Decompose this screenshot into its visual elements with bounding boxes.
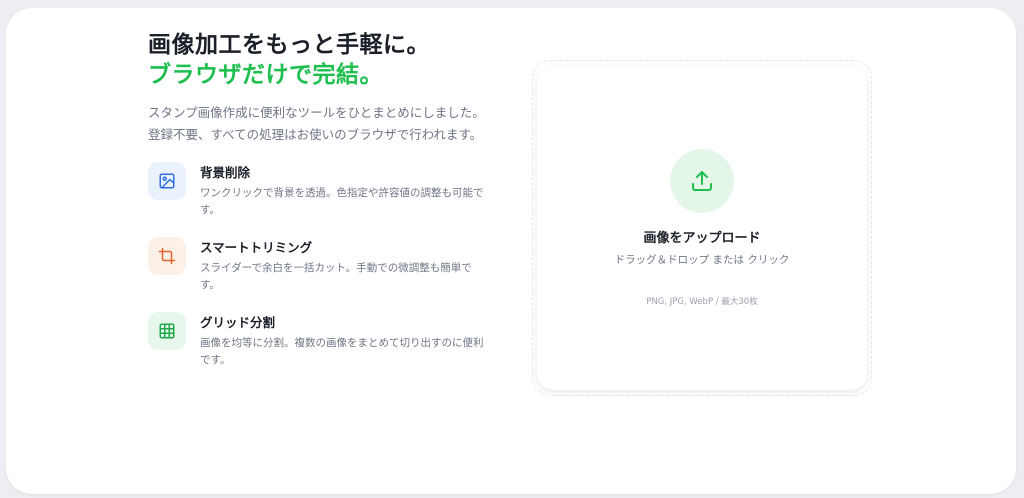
feature-description: スライダーで余白を一括カット。手動での微調整も簡単です。 bbox=[200, 262, 472, 291]
feature-title: グリッド分割 bbox=[200, 315, 276, 330]
hero-title-line2: ブラウザだけで完結。 bbox=[148, 62, 383, 88]
crop-icon bbox=[148, 237, 186, 275]
hero-description-line2: 登録不要、すべての処理はお使いのブラウザで行われます。 bbox=[148, 127, 483, 142]
feature-title: スマートトリミング bbox=[200, 240, 313, 255]
hero-section: 画像加工をもっと手軽に。 ブラウザだけで完結。 スタンプ画像作成に便利なツールを… bbox=[148, 30, 493, 387]
grid-icon bbox=[148, 312, 186, 350]
feature-title: 背景削除 bbox=[200, 165, 251, 180]
feature-grid-split: グリッド分割 画像を均等に分割。複数の画像をまとめて切り出すのに便利です。 bbox=[148, 312, 493, 387]
upload-title: 画像をアップロード bbox=[643, 231, 761, 246]
hero-title-line1: 画像加工をもっと手軽に。 bbox=[148, 32, 430, 58]
feature-description: 画像を均等に分割。複数の画像をまとめて切り出すのに便利です。 bbox=[200, 337, 484, 366]
hero-description-line1: スタンプ画像作成に便利なツールをひとまとめにしました。 bbox=[148, 105, 485, 120]
feature-smart-trimming: スマートトリミング スライダーで余白を一括カット。手動での微調整も簡単です。 bbox=[148, 237, 493, 312]
upload-dropzone[interactable]: 画像をアップロード ドラッグ＆ドロップ または クリック PNG, JPG, W… bbox=[537, 66, 867, 390]
upload-icon bbox=[670, 149, 734, 213]
feature-description: ワンクリックで背景を透過。色指定や許容値の調整も可能です。 bbox=[200, 187, 484, 216]
upload-subtitle: ドラッグ＆ドロップ または クリック bbox=[614, 254, 790, 266]
image-icon bbox=[148, 162, 186, 200]
feature-background-removal: 背景削除 ワンクリックで背景を透過。色指定や許容値の調整も可能です。 bbox=[148, 162, 493, 237]
hero-description: スタンプ画像作成に便利なツールをひとまとめにしました。 登録不要、すべての処理は… bbox=[148, 102, 493, 146]
upload-formats: PNG, JPG, WebP / 最大30枚 bbox=[646, 297, 758, 307]
feature-list: 背景削除 ワンクリックで背景を透過。色指定や許容値の調整も可能です。 スマートト… bbox=[148, 162, 493, 387]
